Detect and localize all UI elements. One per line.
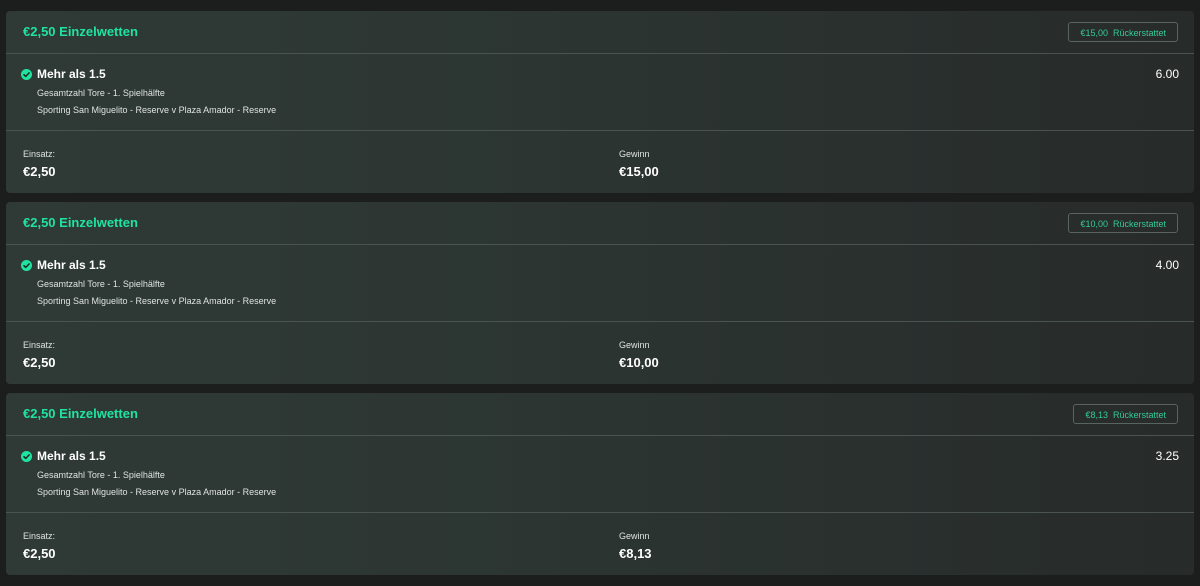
refund-amount: €15,00 xyxy=(1080,28,1108,38)
refund-amount: €10,00 xyxy=(1080,219,1108,229)
refund-status-badge: €15,00 Rückerstattet xyxy=(1068,22,1178,42)
selection-name: Mehr als 1.5 xyxy=(37,67,106,81)
payout-label: Gewinn xyxy=(619,340,650,350)
stake-label: Einsatz: xyxy=(23,149,56,159)
payout-value: €10,00 xyxy=(619,355,659,370)
bet-card-header: €2,50 Einzelwetten €15,00 Rückerstattet xyxy=(6,11,1194,54)
odds-value: 6.00 xyxy=(1155,67,1179,81)
bet-selection-info: Mehr als 1.5 Gesamtzahl Tore - 1. Spielh… xyxy=(6,54,1194,131)
stake-value: €2,50 xyxy=(23,355,56,370)
refund-status-badge: €10,00 Rückerstattet xyxy=(1068,213,1178,233)
bet-card-header: €2,50 Einzelwetten €8,13 Rückerstattet xyxy=(6,393,1194,436)
refund-label: Rückerstattet xyxy=(1112,410,1166,420)
market-name: Gesamtzahl Tore - 1. Spielhälfte xyxy=(37,279,165,289)
odds-value: 4.00 xyxy=(1155,258,1179,272)
bet-card[interactable]: €2,50 Einzelwetten €15,00 Rückerstattet M… xyxy=(6,11,1194,193)
stake-value: €2,50 xyxy=(23,546,56,561)
bet-title: €2,50 Einzelwetten xyxy=(23,24,138,39)
bet-history-list: €2,50 Einzelwetten €15,00 Rückerstattet M… xyxy=(0,0,1200,586)
check-circle-icon xyxy=(21,260,32,271)
check-circle-icon xyxy=(21,451,32,462)
bet-title: €2,50 Einzelwetten xyxy=(23,215,138,230)
event-name: Sporting San Miguelito - Reserve v Plaza… xyxy=(37,296,277,306)
payout-label: Gewinn xyxy=(619,149,650,159)
refund-label: Rückerstattet xyxy=(1112,28,1166,38)
stake-label: Einsatz: xyxy=(23,531,56,541)
bet-selection-info: Mehr als 1.5 Gesamtzahl Tore - 1. Spielh… xyxy=(6,245,1194,322)
selection-name: Mehr als 1.5 xyxy=(37,449,106,463)
event-name: Sporting San Miguelito - Reserve v Plaza… xyxy=(37,105,277,115)
bet-card[interactable]: €2,50 Einzelwetten €8,13 Rückerstattet Me… xyxy=(6,393,1194,575)
odds-value: 3.25 xyxy=(1155,449,1179,463)
refund-amount: €8,13 xyxy=(1085,410,1108,420)
payout-value: €15,00 xyxy=(619,164,659,179)
selection-name: Mehr als 1.5 xyxy=(37,258,106,272)
event-name: Sporting San Miguelito - Reserve v Plaza… xyxy=(37,487,277,497)
bet-card[interactable]: €2,50 Einzelwetten €10,00 Rückerstattet M… xyxy=(6,202,1194,384)
refund-status-badge: €8,13 Rückerstattet xyxy=(1073,404,1178,424)
market-name: Gesamtzahl Tore - 1. Spielhälfte xyxy=(37,88,165,98)
market-name: Gesamtzahl Tore - 1. Spielhälfte xyxy=(37,470,165,480)
refund-label: Rückerstattet xyxy=(1112,219,1166,229)
bet-selection-info: Mehr als 1.5 Gesamtzahl Tore - 1. Spielh… xyxy=(6,436,1194,513)
payout-value: €8,13 xyxy=(619,546,652,561)
payout-label: Gewinn xyxy=(619,531,650,541)
check-circle-icon xyxy=(21,69,32,80)
stake-label: Einsatz: xyxy=(23,340,56,350)
bet-card-header: €2,50 Einzelwetten €10,00 Rückerstattet xyxy=(6,202,1194,245)
stake-value: €2,50 xyxy=(23,164,56,179)
bet-title: €2,50 Einzelwetten xyxy=(23,406,138,421)
